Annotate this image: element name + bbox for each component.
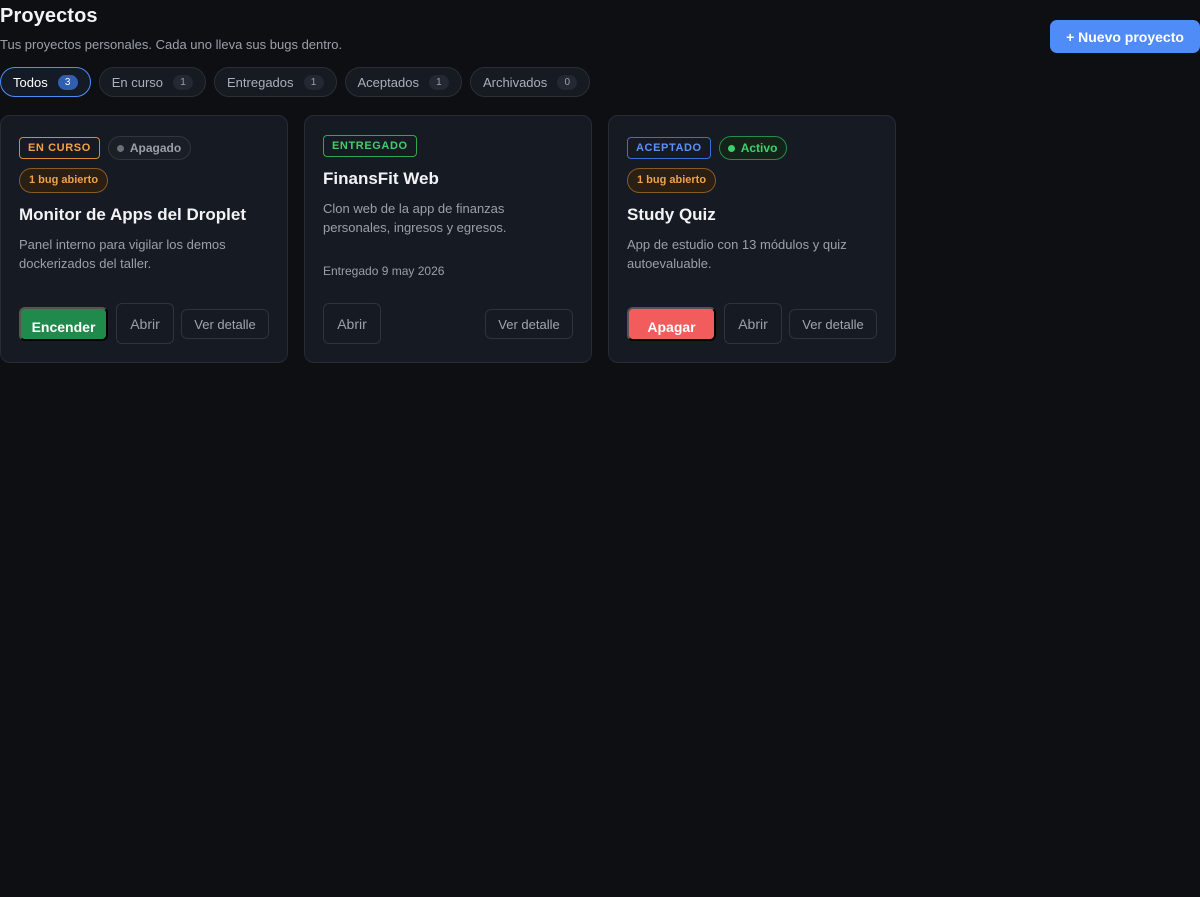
project-card-finansfit: ENTREGADO FinansFit Web Clon web de la a… — [304, 115, 592, 363]
open-button[interactable]: Abrir — [116, 303, 174, 344]
filter-count: 1 — [173, 74, 194, 90]
status-badge: EN CURSO — [19, 137, 100, 159]
status-dot-icon — [727, 144, 735, 152]
filter-count: 1 — [303, 74, 324, 90]
delivered-date: Entregado 9 may 2026 — [323, 264, 445, 278]
card-badges: EN CURSO Apagado — [19, 136, 192, 160]
open-bugs-badge[interactable]: 1 bug abierto — [19, 168, 109, 193]
filter-count: 1 — [428, 74, 449, 90]
filter-entregados[interactable]: Entregados 1 — [214, 67, 337, 97]
page-title: Proyectos — [0, 5, 98, 27]
project-card-study-quiz: ACEPTADO Activo 1 bug abierto Study Quiz… — [608, 115, 896, 363]
open-button[interactable]: Abrir — [724, 303, 782, 344]
status-badge: ENTREGADO — [323, 135, 417, 157]
project-title: FinansFit Web — [323, 169, 439, 188]
card-badges: ACEPTADO Activo — [627, 136, 788, 160]
filter-bar: Todos 3 En curso 1 Entregados 1 Aceptado… — [0, 67, 591, 97]
new-project-button[interactable]: + Nuevo proyecto — [1050, 20, 1200, 53]
filter-archivados[interactable]: Archivados 0 — [469, 67, 591, 97]
filter-label: Todos — [13, 74, 48, 90]
project-title: Monitor de Apps del Droplet — [19, 205, 246, 224]
open-bugs-badge[interactable]: 1 bug abierto — [627, 168, 717, 193]
card-badges: ENTREGADO — [323, 135, 417, 157]
view-detail-button[interactable]: Ver detalle — [485, 309, 573, 339]
status-badge: ACEPTADO — [627, 137, 711, 159]
filter-label: Aceptados — [357, 74, 419, 90]
project-description: Panel interno para vigilar los demos doc… — [19, 237, 226, 271]
filter-count: 3 — [57, 74, 78, 90]
filter-label: En curso — [111, 74, 164, 90]
filter-label: Archivados — [482, 74, 548, 90]
power-off-button[interactable]: Apagar — [627, 307, 716, 341]
power-status-badge: Apagado — [107, 136, 192, 160]
project-description: Clon web de la app de finanzas personale… — [323, 201, 507, 235]
status-dot-icon — [116, 144, 124, 152]
filter-label: Entregados — [227, 74, 294, 90]
open-button[interactable]: Abrir — [323, 303, 381, 344]
filter-aceptados[interactable]: Aceptados 1 — [344, 67, 462, 97]
project-card-monitor: EN CURSO Apagado 1 bug abierto Monitor d… — [0, 115, 288, 363]
power-on-button[interactable]: Encender — [19, 307, 108, 341]
filter-en-curso[interactable]: En curso 1 — [98, 67, 207, 97]
page-subtitle: Tus proyectos personales. Cada uno lleva… — [0, 37, 343, 52]
filter-count: 0 — [557, 74, 578, 90]
power-status-label: Apagado — [129, 141, 182, 155]
power-status-badge: Activo — [718, 136, 788, 160]
power-status-label: Activo — [740, 141, 778, 155]
filter-todos[interactable]: Todos 3 — [0, 67, 91, 97]
project-description: App de estudio con 13 módulos y quiz aut… — [627, 237, 847, 271]
view-detail-button[interactable]: Ver detalle — [789, 309, 877, 339]
project-title: Study Quiz — [627, 205, 716, 224]
view-detail-button[interactable]: Ver detalle — [181, 309, 269, 339]
